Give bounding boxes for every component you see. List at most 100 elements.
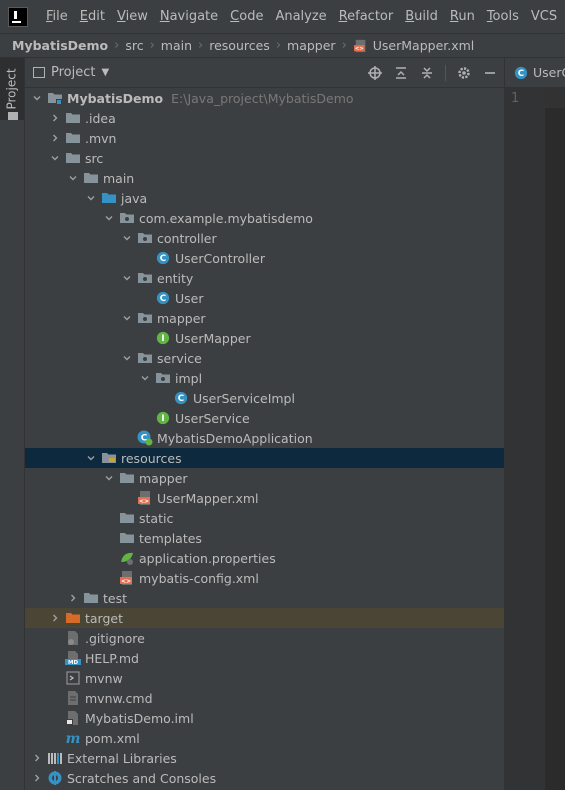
breadcrumb-item[interactable]: main (161, 38, 192, 53)
editor-tab[interactable]: C UserC (505, 58, 565, 88)
tree-row[interactable]: mapper (25, 308, 504, 328)
breadcrumb-item[interactable]: mapper (287, 38, 336, 53)
tree-row[interactable]: controller (25, 228, 504, 248)
tree-row[interactable]: src (25, 148, 504, 168)
menu-label: ode (239, 9, 264, 24)
tree-row[interactable]: impl (25, 368, 504, 388)
breadcrumb-separator-icon: › (341, 38, 347, 53)
expand-all-icon[interactable] (393, 65, 409, 81)
project-tool-window-tab[interactable]: Project (0, 58, 24, 120)
menu-mnemonic: R (338, 9, 348, 24)
chevron-right-icon[interactable] (67, 592, 79, 604)
tree-row[interactable]: .idea (25, 108, 504, 128)
interface-icon: I (155, 330, 171, 346)
tree-row[interactable]: C MybatisDemoApplication (25, 428, 504, 448)
hide-panel-icon[interactable] (482, 65, 498, 81)
chevron-down-icon[interactable] (121, 272, 133, 284)
chevron-down-icon[interactable] (121, 312, 133, 324)
no-chevron (139, 292, 151, 304)
tree-row[interactable]: .mvn (25, 128, 504, 148)
tree-item-label: entity (157, 270, 194, 286)
menu-item[interactable]: File (40, 9, 74, 24)
chevron-right-icon[interactable] (31, 772, 43, 784)
project-path: E:\Java_project\MybatisDemo (171, 90, 354, 106)
breadcrumb-item[interactable]: <> UserMapper.xml (353, 38, 475, 54)
tree-row[interactable]: External Libraries (25, 748, 504, 768)
tree-row[interactable]: service (25, 348, 504, 368)
menu-item[interactable]: Code (224, 9, 269, 24)
tree-row[interactable]: mvnw.cmd (25, 688, 504, 708)
tree-row[interactable]: C UserController (25, 248, 504, 268)
tree-row[interactable]: mapper (25, 468, 504, 488)
source-folder-icon (101, 190, 117, 206)
chevron-right-icon[interactable] (49, 132, 61, 144)
tree-row[interactable]: Scratches and Consoles (25, 768, 504, 788)
tree-row[interactable]: mvnw (25, 668, 504, 688)
menu-item[interactable]: Edit (74, 9, 111, 24)
chevron-down-icon[interactable] (85, 192, 97, 204)
tree-row[interactable]: I UserService (25, 408, 504, 428)
tree-row[interactable]: application.properties (25, 548, 504, 568)
svg-text:m: m (66, 731, 81, 746)
tree-item-label: MybatisDemo.iml (85, 710, 194, 726)
folder-icon (65, 130, 81, 146)
menu-item[interactable]: Run (444, 9, 481, 24)
chevron-right-icon[interactable] (31, 752, 43, 764)
breadcrumb-item[interactable]: resources (209, 38, 270, 53)
tree-row[interactable]: templates (25, 528, 504, 548)
chevron-down-icon[interactable] (31, 92, 43, 104)
chevron-right-icon[interactable] (49, 612, 61, 624)
breadcrumb-item[interactable]: src (125, 38, 143, 53)
menu-label: VCS (530, 9, 558, 24)
gitignore-file-icon (65, 630, 81, 646)
tree-row[interactable]: target (25, 608, 504, 628)
class-file-icon: C (513, 65, 529, 81)
tree-row[interactable]: I UserMapper (25, 328, 504, 348)
tree-row[interactable]: test (25, 588, 504, 608)
tree-row[interactable]: MybatisDemo E:\Java_project\MybatisDemo (25, 88, 504, 108)
tree-row[interactable]: com.example.mybatisdemo (25, 208, 504, 228)
tree-row[interactable]: entity (25, 268, 504, 288)
tree-row[interactable]: C UserServiceImpl (25, 388, 504, 408)
chevron-right-icon[interactable] (49, 112, 61, 124)
no-chevron (157, 392, 169, 404)
chevron-down-icon[interactable] (85, 452, 97, 464)
tree-row[interactable]: static (25, 508, 504, 528)
tree-row[interactable]: resources (25, 448, 504, 468)
breadcrumb-label: UserMapper.xml (372, 38, 475, 53)
project-view-selector[interactable]: Project ▼ (33, 65, 109, 80)
tree-row[interactable]: C User (25, 288, 504, 308)
menu-item[interactable]: Analyze (269, 9, 332, 24)
tree-row[interactable]: .gitignore (25, 628, 504, 648)
tree-item-label: java (121, 190, 148, 206)
chevron-down-icon[interactable] (49, 152, 61, 164)
tree-row[interactable]: main (25, 168, 504, 188)
chevron-down-icon[interactable] (121, 352, 133, 364)
chevron-down-icon[interactable] (103, 212, 115, 224)
tree-row[interactable]: MD HELP.md (25, 648, 504, 668)
tree-row[interactable]: java (25, 188, 504, 208)
chevron-down-icon[interactable] (121, 232, 133, 244)
svg-text:I: I (161, 334, 164, 344)
menu-item[interactable]: Refactor (333, 9, 400, 24)
gear-icon[interactable] (456, 65, 472, 81)
collapse-all-icon[interactable] (419, 65, 435, 81)
tree-row[interactable]: <> mybatis-config.xml (25, 568, 504, 588)
chevron-down-icon[interactable] (103, 472, 115, 484)
locate-file-icon[interactable] (367, 65, 383, 81)
tree-row[interactable]: <> UserMapper.xml (25, 488, 504, 508)
chevron-down-icon[interactable] (139, 372, 151, 384)
menu-item[interactable]: View (111, 9, 154, 24)
tree-row[interactable]: MybatisDemo.iml (25, 708, 504, 728)
menu-item[interactable]: Tools (481, 9, 525, 24)
menu-item[interactable]: Navigate (154, 9, 224, 24)
breadcrumb-item[interactable]: MybatisDemo (12, 38, 108, 53)
menu-item[interactable]: VCS (525, 9, 563, 24)
tree-item-label: .idea (85, 110, 116, 126)
tree-row[interactable]: m pom.xml (25, 728, 504, 748)
menu-items: File Edit View Navigate Code Analyze Refactor B… (40, 9, 565, 24)
svg-text:MD: MD (68, 660, 78, 666)
folder-icon (65, 150, 81, 166)
chevron-down-icon[interactable] (67, 172, 79, 184)
menu-item[interactable]: Build (399, 9, 444, 24)
